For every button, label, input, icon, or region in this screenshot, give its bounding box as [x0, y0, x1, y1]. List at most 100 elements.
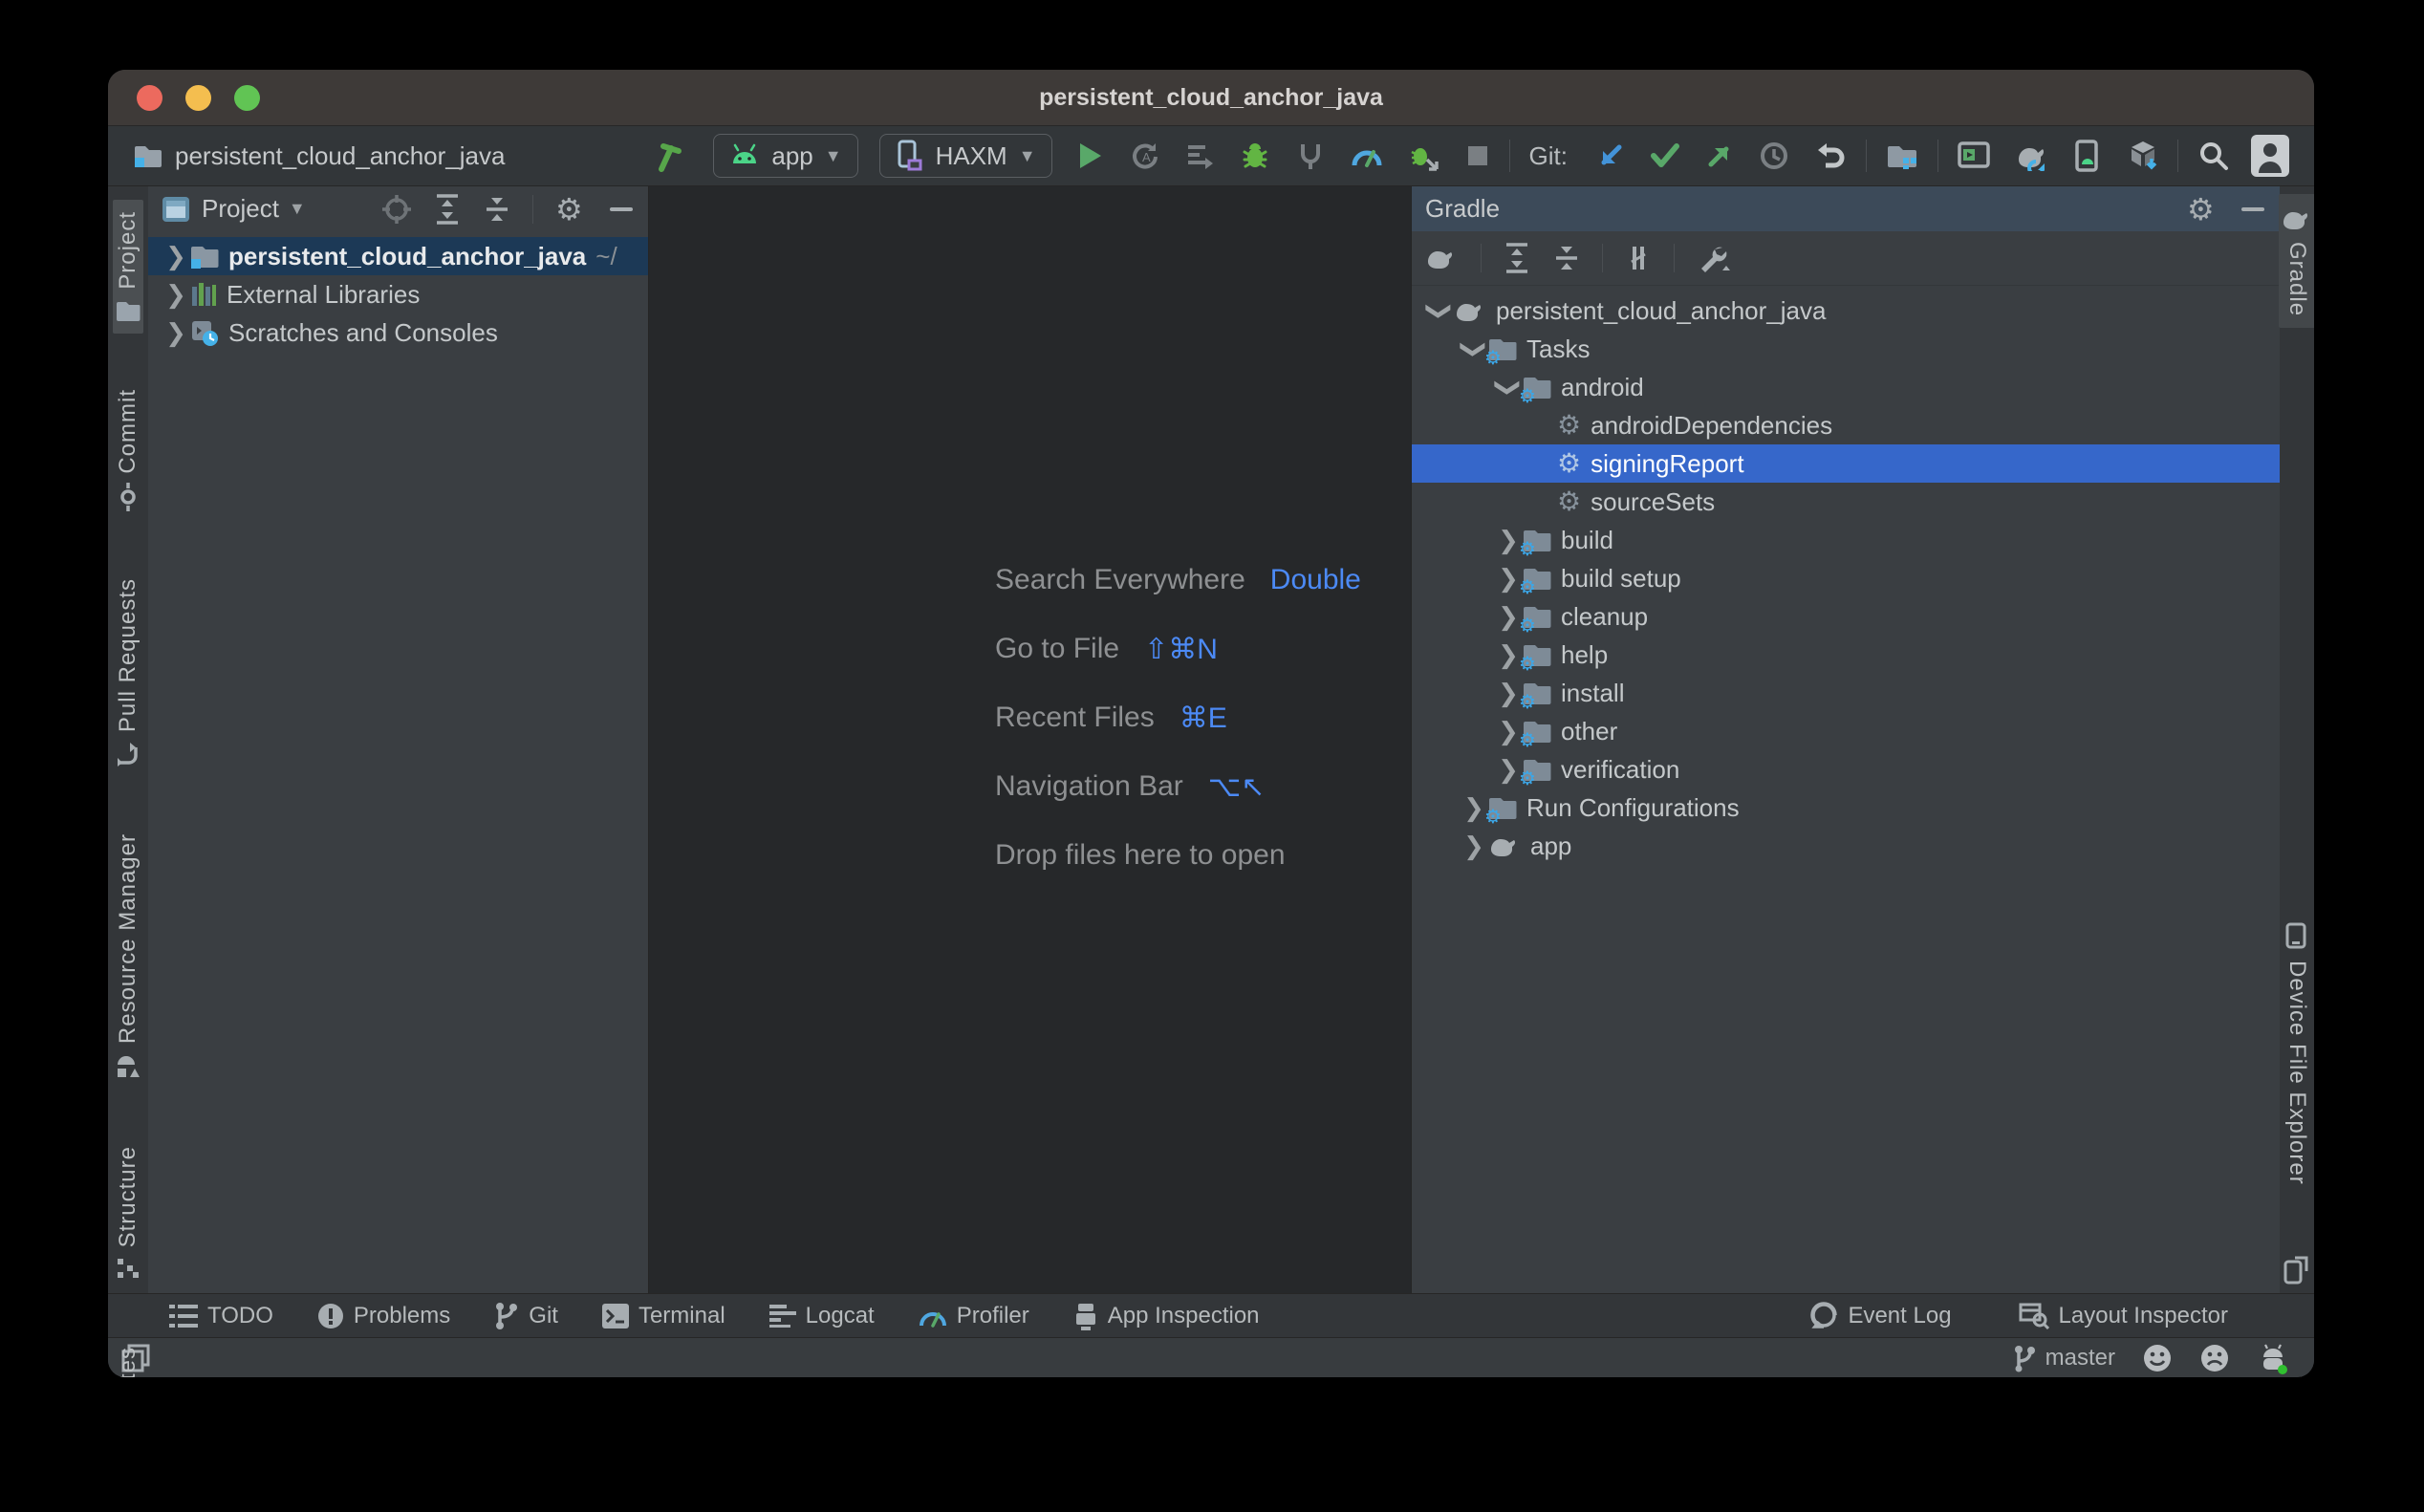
locate-file-icon[interactable]	[381, 194, 412, 225]
git-update-icon[interactable]	[1596, 141, 1625, 170]
left-tool-stripe: Project Commit Pull Requests Resource Manag…	[108, 186, 148, 1293]
structure-icon	[116, 1257, 141, 1280]
gradle-tree-row[interactable]: ❯app	[1412, 827, 2280, 865]
feedback-sad-icon[interactable]	[2199, 1343, 2230, 1373]
chevron-down-icon[interactable]: ❯	[1425, 296, 1455, 325]
target-device-select[interactable]: HAXM ▼	[879, 134, 1052, 178]
sidebar-tab-project[interactable]: Project	[113, 200, 143, 334]
logcat-icon	[769, 1305, 796, 1328]
expand-all-icon[interactable]	[433, 193, 462, 226]
gradle-tree-row[interactable]: ❯⚙cleanup	[1412, 597, 2280, 636]
run-icon[interactable]	[1075, 140, 1104, 171]
gradle-tree-row[interactable]: ❯⚙Run Configurations	[1412, 788, 2280, 827]
sidebar-tab-pull-requests[interactable]: Pull Requests	[113, 567, 143, 778]
bottom-tab-event-log[interactable]: Event Log	[1809, 1302, 1951, 1330]
stop-icon[interactable]	[1465, 143, 1490, 168]
git-branch-widget[interactable]: master	[2013, 1344, 2115, 1372]
commit-icon	[117, 483, 140, 511]
svg-text:⚙: ⚙	[555, 193, 583, 226]
collapse-all-icon[interactable]	[483, 193, 511, 226]
gradle-refresh-icon[interactable]	[1425, 244, 1460, 272]
bottom-tab-profiler[interactable]: Profiler	[919, 1303, 1029, 1329]
sidebar-tab-structure[interactable]: Structure	[113, 1134, 143, 1291]
chevron-down-icon[interactable]: ▼	[289, 199, 306, 219]
expand-all-icon[interactable]	[1503, 242, 1531, 274]
layout-inspector-icon	[2019, 1303, 2049, 1329]
running-devices-icon[interactable]	[1958, 141, 1990, 170]
project-view-icon	[162, 196, 190, 223]
profile-icon[interactable]	[1351, 140, 1383, 171]
gradle-tree-row[interactable]: ❯⚙verification	[1412, 750, 2280, 788]
editor-empty-area[interactable]: Search EverywhereDoubleGo to File⇧⌘NRece…	[649, 186, 1411, 1293]
attach-debugger-icon[interactable]	[1295, 140, 1326, 171]
bottom-tab-logcat[interactable]: Logcat	[769, 1303, 875, 1329]
gradle-tree-row[interactable]: ❯⚙other	[1412, 712, 2280, 750]
device-manager-icon[interactable]	[2074, 140, 2103, 172]
gradle-tree-row[interactable]: ❯⚙build	[1412, 521, 2280, 559]
project-structure-icon[interactable]	[1886, 140, 1918, 171]
settings-gear-icon[interactable]: ⚙	[554, 193, 587, 226]
chevron-down-icon: ▼	[825, 146, 842, 166]
project-tree-row[interactable]: ❯External Libraries	[148, 275, 648, 313]
task-group-folder-icon: ⚙	[1523, 756, 1551, 783]
git-branch-icon	[494, 1302, 519, 1330]
sidebar-tab-device-file-explorer[interactable]: Device File Explorer	[2282, 911, 2312, 1197]
git-push-icon[interactable]	[1705, 141, 1734, 170]
breadcrumb[interactable]: persistent_cloud_anchor_java	[133, 141, 505, 171]
sidebar-tab-resource-manager[interactable]: Resource Manager	[113, 822, 143, 1090]
chevron-right-icon[interactable]: ❯	[162, 280, 190, 310]
run-configuration-select[interactable]: app ▼	[713, 134, 857, 178]
zoom-window-button[interactable]	[234, 85, 260, 111]
search-everywhere-icon[interactable]	[2197, 140, 2230, 172]
hide-panel-icon[interactable]	[2240, 196, 2266, 223]
gradle-task-icon: ⚙	[1557, 450, 1581, 477]
git-commit-check-icon[interactable]	[1650, 142, 1680, 169]
sidebar-tab-commit[interactable]: Commit	[113, 378, 143, 524]
bottom-tab-app-inspection[interactable]: App Inspection	[1073, 1302, 1260, 1330]
bottom-tab-git[interactable]: Git	[494, 1302, 558, 1330]
chevron-right-icon[interactable]: ❯	[162, 318, 190, 348]
gradle-tree-row[interactable]: ⚙sourceSets	[1412, 483, 2280, 521]
gradle-tree-row[interactable]: ❯⚙help	[1412, 636, 2280, 674]
git-rollback-icon[interactable]	[1814, 141, 1847, 170]
gradle-project-icon	[1454, 297, 1486, 324]
offline-mode-icon[interactable]	[1624, 243, 1653, 273]
task-group-folder-icon: ⚙	[1488, 794, 1517, 821]
gradle-tree-row[interactable]: ❯persistent_cloud_anchor_java	[1412, 292, 2280, 330]
tree-label: signingReport	[1591, 449, 1743, 479]
collapse-all-icon[interactable]	[1552, 242, 1581, 274]
close-window-button[interactable]	[137, 85, 162, 111]
bottom-tab-problems[interactable]: Problems	[317, 1303, 450, 1329]
project-tree-row[interactable]: ❯persistent_cloud_anchor_java~/	[148, 237, 648, 275]
debug-icon[interactable]	[1240, 140, 1270, 171]
sdk-manager-icon[interactable]	[2128, 140, 2158, 172]
emulator-status-icon[interactable]	[2257, 1342, 2289, 1374]
tree-label: persistent_cloud_anchor_java	[228, 242, 586, 271]
minimize-window-button[interactable]	[185, 85, 211, 111]
apply-changes-icon[interactable]	[1184, 140, 1215, 171]
chevron-right-icon[interactable]: ❯	[1460, 832, 1488, 861]
bottom-tab-todo[interactable]: TODO	[169, 1303, 273, 1329]
gradle-tree-row[interactable]: ❯⚙Tasks	[1412, 330, 2280, 368]
build-hammer-icon[interactable]	[654, 139, 688, 173]
gradle-tree-row[interactable]: ⚙androidDependencies	[1412, 406, 2280, 444]
rerun-icon[interactable]: A	[1129, 140, 1159, 171]
chevron-right-icon[interactable]: ❯	[162, 242, 190, 271]
gradle-tree-row[interactable]: ❯⚙install	[1412, 674, 2280, 712]
feedback-happy-icon[interactable]	[2142, 1343, 2173, 1373]
project-tree-row[interactable]: ❯Scratches and Consoles	[148, 313, 648, 352]
gradle-sync-icon[interactable]	[2015, 140, 2049, 171]
profile-low-overhead-icon[interactable]	[1408, 140, 1440, 171]
gradle-tree-row[interactable]: ⚙ signingReport	[1412, 444, 2280, 483]
bottom-tab-layout-inspector[interactable]: Layout Inspector	[2019, 1303, 2228, 1329]
settings-gear-icon[interactable]: ⚙	[2186, 193, 2218, 226]
gradle-tree-row[interactable]: ❯⚙android	[1412, 368, 2280, 406]
git-history-icon[interactable]	[1759, 140, 1789, 171]
sidebar-tab-gradle[interactable]: Gradle	[2279, 194, 2314, 328]
bottom-tab-terminal[interactable]: Terminal	[602, 1303, 725, 1329]
profile-avatar[interactable]	[2251, 135, 2289, 177]
gradle-settings-wrench-icon[interactable]	[1696, 242, 1730, 274]
device-file-explorer-icon	[2285, 922, 2308, 951]
gradle-tree-row[interactable]: ❯⚙build setup	[1412, 559, 2280, 597]
hide-panel-icon[interactable]	[608, 196, 635, 223]
